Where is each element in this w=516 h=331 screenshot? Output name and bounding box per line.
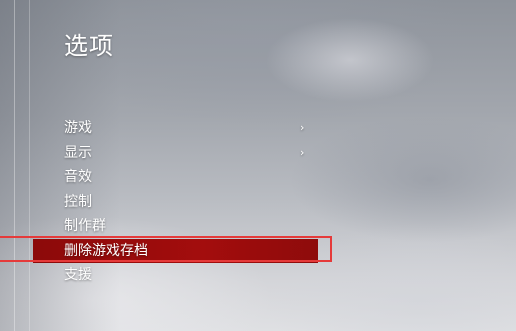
- menu-item-audio[interactable]: 音效: [0, 165, 516, 190]
- menu-item-label: 音效: [64, 169, 92, 185]
- chevron-right-icon: ›: [300, 121, 305, 134]
- menu-item-support[interactable]: 支援: [0, 263, 516, 288]
- page-title: 选项: [64, 32, 114, 60]
- menu-item-label: 显示: [64, 144, 92, 161]
- menu-item-label: 支援: [64, 267, 92, 283]
- menu-item-controls[interactable]: 控制: [0, 190, 516, 215]
- menu-item-label: 删除游戏存档: [64, 242, 148, 259]
- menu-item-label: 游戏: [64, 120, 92, 136]
- menu-item-delete-save[interactable]: 删除游戏存档: [0, 238, 516, 264]
- menu-item-display[interactable]: 显示 ›: [0, 141, 516, 166]
- menu-item-credits[interactable]: 制作群: [0, 214, 516, 239]
- menu-item-label: 控制: [64, 193, 92, 210]
- chevron-right-icon: ›: [300, 145, 305, 159]
- menu-item-label: 制作群: [64, 218, 106, 234]
- options-menu: 游戏 › 显示 › 音效 控制 制作群 删除游戏存档 支援: [0, 116, 516, 288]
- menu-item-game[interactable]: 游戏 ›: [0, 116, 516, 141]
